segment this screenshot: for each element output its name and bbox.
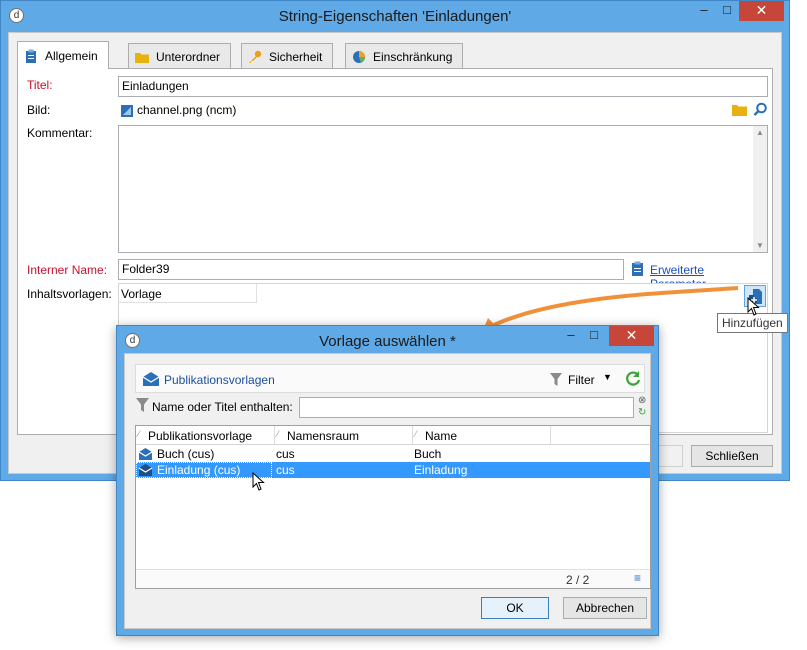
table-footer: 2 / 2 ≡ xyxy=(136,569,650,588)
tab-einschraenkung[interactable]: Einschränkung xyxy=(345,43,464,69)
kommentar-scrollbar[interactable]: ▲ ▼ xyxy=(753,126,767,252)
scroll-up-icon[interactable]: ▲ xyxy=(756,128,764,137)
tab-unterordner[interactable]: Unterordner xyxy=(128,43,232,69)
menu-lines-icon[interactable]: ≡ xyxy=(634,571,641,585)
cell-name: Einladung xyxy=(414,463,468,477)
cell-namespace: cus xyxy=(276,447,295,461)
mouse-cursor-icon xyxy=(252,472,265,491)
cell-namespace: cus xyxy=(276,463,295,477)
pie-chart-icon xyxy=(353,50,366,63)
inhaltsvorlagen-label: Inhaltsvorlagen: xyxy=(27,287,112,301)
search-label: Name oder Titel enthalten: xyxy=(152,400,293,414)
dialog-client-area: Publikationsvorlagen Filter ▼ Name oder … xyxy=(124,353,651,629)
close-window-button[interactable]: ✕ xyxy=(739,1,784,21)
publication-templates-icon xyxy=(142,372,160,386)
folder-icon xyxy=(135,52,149,63)
vorlage-dialog: d Vorlage auswählen * – □ ✕ Publikations… xyxy=(116,325,659,636)
tab-label: Einschränkung xyxy=(373,49,453,64)
refresh-icon[interactable] xyxy=(625,371,641,387)
tab-label: Unterordner xyxy=(156,49,221,64)
maximize-button[interactable]: □ xyxy=(717,1,737,21)
tab-label: Sicherheit xyxy=(269,49,323,64)
dialog-toolbar: Publikationsvorlagen Filter ▼ xyxy=(135,364,645,393)
schliessen-button[interactable]: Schließen xyxy=(691,445,773,467)
template-icon xyxy=(138,448,153,460)
ok-button[interactable]: OK xyxy=(481,597,549,619)
column-header-publikationsvorlage[interactable]: Publikationsvorlage xyxy=(148,429,252,443)
cell-template: Buch (cus) xyxy=(157,447,215,461)
scroll-down-icon[interactable]: ▼ xyxy=(756,241,764,250)
main-window-title: String-Eigenschaften 'Einladungen' xyxy=(278,8,512,25)
cell-template: Einladung (cus) xyxy=(157,463,241,477)
kommentar-label: Kommentar: xyxy=(27,126,93,140)
minimize-button[interactable]: – xyxy=(691,1,717,21)
clear-icon[interactable]: ⊗ xyxy=(638,395,646,406)
image-file-icon xyxy=(121,105,133,117)
tab-allgemein[interactable]: Allgemein xyxy=(17,41,109,69)
bild-label: Bild: xyxy=(27,103,51,117)
tab-label: Allgemein xyxy=(45,48,98,63)
clipboard-icon xyxy=(632,261,643,276)
key-icon xyxy=(249,50,262,63)
folder-browse-icon[interactable] xyxy=(732,103,747,117)
abbrechen-button[interactable]: Abbrechen xyxy=(563,597,647,619)
kommentar-textarea[interactable] xyxy=(118,125,768,253)
column-header-namensraum[interactable]: Namensraum xyxy=(287,429,359,443)
ok-label: OK xyxy=(506,601,524,615)
filter-icon xyxy=(550,373,562,386)
table-row[interactable]: Buch (cus) cus Buch xyxy=(136,446,650,462)
cell-name: Buch xyxy=(414,447,442,461)
tab-sicherheit[interactable]: Sicherheit xyxy=(241,43,334,69)
titel-input[interactable]: Einladungen xyxy=(118,76,768,97)
interner-name-label: Interner Name: xyxy=(27,263,108,277)
template-icon xyxy=(138,464,153,476)
bild-value: channel.png (ncm) xyxy=(137,103,237,117)
dialog-close-button[interactable]: ✕ xyxy=(609,326,654,346)
filter-dropdown[interactable]: Filter xyxy=(568,373,595,387)
dialog-minimize-button[interactable]: – xyxy=(558,326,584,346)
refresh-small-icon[interactable]: ↻ xyxy=(638,407,646,418)
vorlage-column-header[interactable]: Vorlage xyxy=(119,284,257,303)
clipboard-icon xyxy=(26,49,36,63)
bild-field[interactable]: channel.png (ncm) xyxy=(118,100,727,121)
abbrechen-label: Abbrechen xyxy=(575,601,635,615)
row-counter: 2 / 2 xyxy=(566,573,590,587)
chevron-down-icon[interactable]: ▼ xyxy=(603,372,612,382)
main-titlebar[interactable]: d String-Eigenschaften 'Einladungen' – □… xyxy=(1,1,789,32)
search-icon[interactable] xyxy=(753,102,768,117)
interner-name-input[interactable]: Folder39 xyxy=(118,259,624,280)
dialog-maximize-button[interactable]: □ xyxy=(584,326,604,346)
template-table[interactable]: ⁄ Publikationsvorlage ⁄ Namensraum ⁄ Nam… xyxy=(135,425,651,589)
filter-icon xyxy=(136,398,149,412)
search-input[interactable] xyxy=(299,397,634,418)
column-header-name[interactable]: Name xyxy=(425,429,457,443)
publikationsvorlagen-label[interactable]: Publikationsvorlagen xyxy=(164,373,275,387)
table-header: ⁄ Publikationsvorlage ⁄ Namensraum ⁄ Nam… xyxy=(136,426,650,445)
table-row[interactable]: Einladung (cus) cus Einladung xyxy=(136,462,650,478)
titel-label: Titel: xyxy=(27,78,53,92)
